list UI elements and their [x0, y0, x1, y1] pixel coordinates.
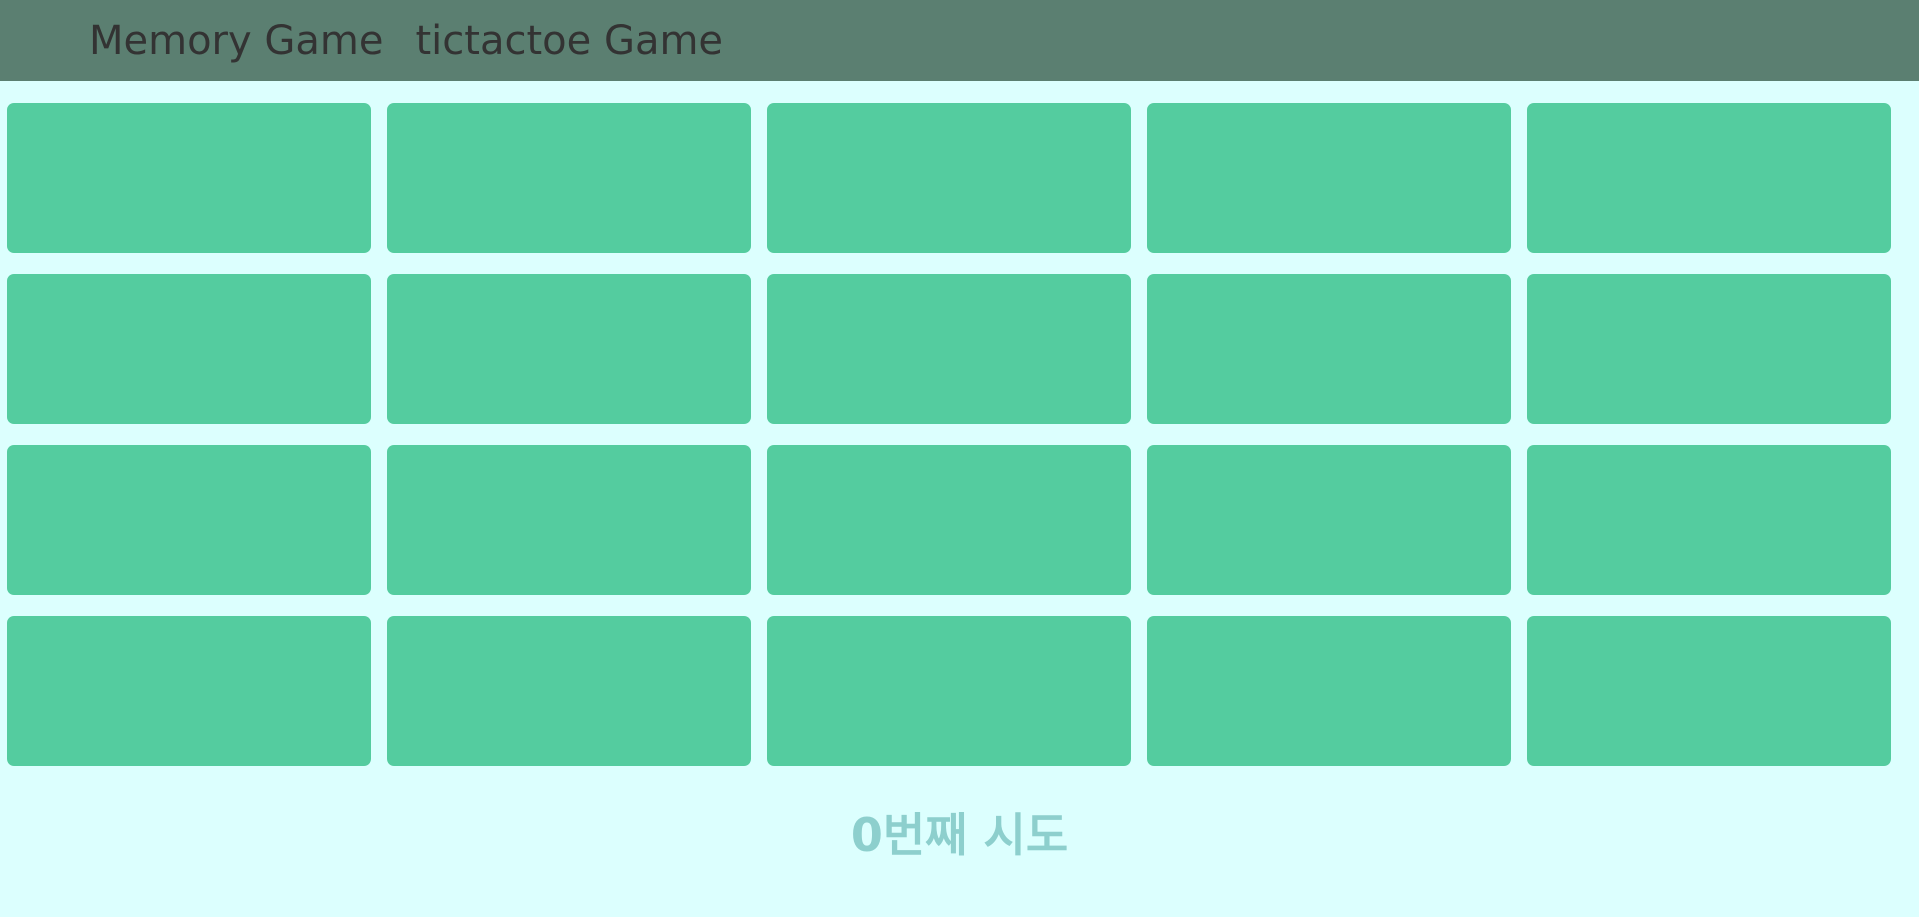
nav-link-memory-game[interactable]: Memory Game: [89, 21, 383, 61]
nav-link-tictactoe-game[interactable]: tictactoe Game: [415, 21, 723, 61]
card[interactable]: [1147, 103, 1511, 253]
card[interactable]: [1527, 616, 1891, 766]
card[interactable]: [387, 616, 751, 766]
card-board: [7, 103, 1891, 766]
card[interactable]: [1527, 274, 1891, 424]
card[interactable]: [387, 274, 751, 424]
card[interactable]: [767, 274, 1131, 424]
card[interactable]: [1527, 103, 1891, 253]
card[interactable]: [767, 445, 1131, 595]
card[interactable]: [1147, 445, 1511, 595]
card[interactable]: [767, 103, 1131, 253]
card[interactable]: [7, 103, 371, 253]
tries-counter: 0번째 시도: [850, 808, 1069, 862]
card[interactable]: [7, 616, 371, 766]
card[interactable]: [767, 616, 1131, 766]
card[interactable]: [7, 445, 371, 595]
card[interactable]: [1147, 616, 1511, 766]
top-nav: Memory Game tictactoe Game: [0, 0, 1919, 81]
card[interactable]: [7, 274, 371, 424]
card[interactable]: [1147, 274, 1511, 424]
card[interactable]: [387, 103, 751, 253]
card[interactable]: [387, 445, 751, 595]
card[interactable]: [1527, 445, 1891, 595]
